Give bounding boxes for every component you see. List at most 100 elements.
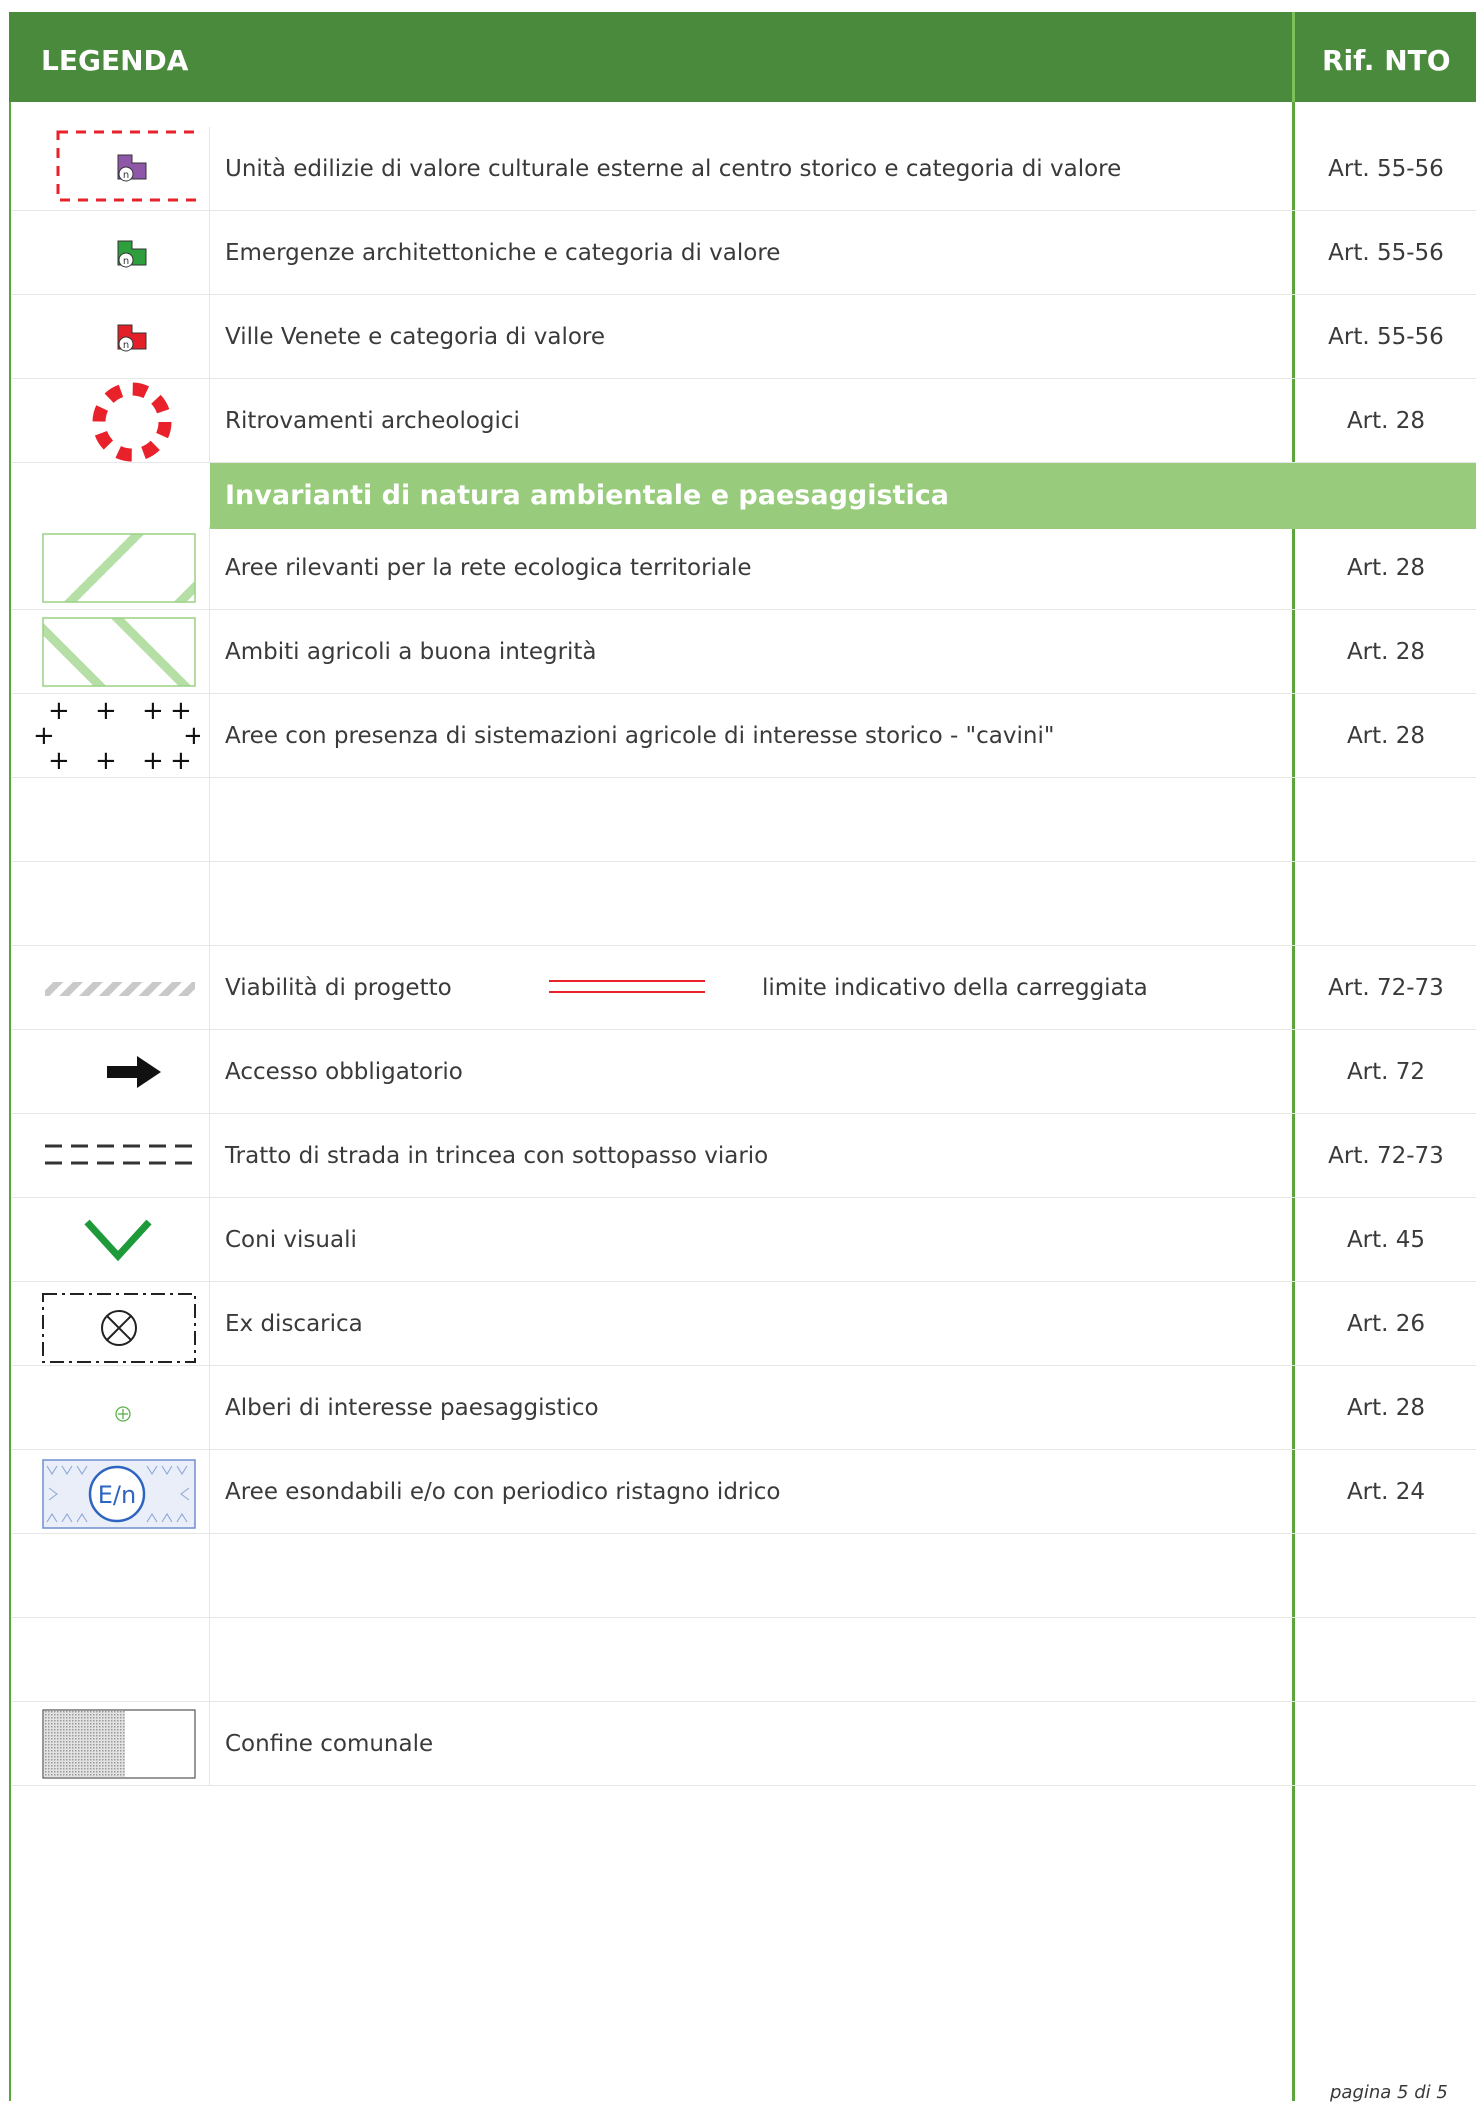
svg-text:n: n <box>123 256 129 267</box>
legend-label-secondary: limite indicativo della carreggiata <box>762 975 1148 1001</box>
legend-label: Viabilità di progetto <box>225 975 452 1001</box>
legend-label: Ambiti agricoli a buona integrità <box>225 639 597 665</box>
legend-ref: Art. 55-56 <box>1328 324 1444 350</box>
legend-ref: Art. 28 <box>1346 408 1426 434</box>
legend-label: Emergenze architettoniche e categoria di… <box>225 240 781 266</box>
legend-row: Accesso obbligatorio Art. 72 <box>12 1030 1476 1114</box>
green-back-hatch-icon <box>30 610 200 694</box>
symbol-separator <box>209 1618 210 1702</box>
flood-area-icon-text: E/n <box>98 1481 136 1509</box>
svg-text:+: + <box>142 696 164 726</box>
dashed-red-circle-icon <box>30 379 200 463</box>
legend-row: Aree rilevanti per la rete ecologica ter… <box>12 526 1476 610</box>
legend-ref: Art. 28 <box>1346 1395 1426 1421</box>
ref-column-title: Rif. NTO <box>1322 44 1451 77</box>
legend-label: Accesso obbligatorio <box>225 1059 463 1085</box>
legend-title: LEGENDA <box>41 44 189 77</box>
symbol-separator <box>209 1534 210 1618</box>
frame-left-border <box>9 12 11 2101</box>
symbol-separator <box>209 610 210 694</box>
legend-row: Alberi di interesse paesaggistico Art. 2… <box>12 1366 1476 1450</box>
header-divider <box>1292 12 1295 102</box>
green-tree-circle-icon <box>30 1366 200 1450</box>
symbol-separator <box>209 694 210 778</box>
grey-striped-road-icon <box>30 946 200 1030</box>
svg-text:+: + <box>142 746 164 776</box>
svg-text:n: n <box>123 170 129 181</box>
legend-row: n Ville Venete e categoria di valore Art… <box>12 295 1476 379</box>
legend-label: Aree rilevanti per la rete ecologica ter… <box>225 555 752 581</box>
legend-label: Confine comunale <box>225 1731 434 1757</box>
legend-label: Unità edilizie di valore culturale ester… <box>225 156 1122 182</box>
row-divider <box>12 1785 1476 1786</box>
symbol-separator <box>209 1198 210 1282</box>
symbol-separator <box>209 1450 210 1534</box>
symbol-separator <box>209 1702 210 1786</box>
symbol-separator <box>209 778 210 862</box>
legend-label: Ville Venete e categoria di valore <box>225 324 606 350</box>
symbol-separator <box>209 526 210 610</box>
svg-text:+: + <box>95 696 117 726</box>
section-header: Invarianti di natura ambientale e paesag… <box>12 463 1476 529</box>
green-v-icon <box>30 1198 200 1282</box>
svg-text:+: + <box>48 746 70 776</box>
legend-row-empty <box>12 1534 1476 1618</box>
section-title: Invarianti di natura ambientale e paesag… <box>225 480 949 511</box>
legend-row: Viabilità di progetto limite indicativo … <box>12 946 1476 1030</box>
legend-label: Coni visuali <box>225 1227 357 1253</box>
legend-label: Ritrovamenti archeologici <box>225 408 520 434</box>
legend-row: Confine comunale <box>12 1702 1476 1786</box>
flood-area-icon: E/n <box>30 1450 200 1534</box>
legend-row: + + + + + + + + + + Aree con presenza di sistem… <box>12 694 1476 778</box>
symbol-separator <box>209 379 210 463</box>
legend-header: LEGENDA Rif. NTO <box>9 12 1476 102</box>
legend-ref: Art. 72-73 <box>1328 975 1444 1001</box>
legend-row: Ritrovamenti archeologici Art. 28 <box>12 379 1476 463</box>
legend-ref: Art. 45 <box>1346 1227 1426 1253</box>
svg-text:+: + <box>95 746 117 776</box>
symbol-separator <box>209 862 210 946</box>
legend-row-empty <box>12 1618 1476 1702</box>
legend-label: Alberi di interesse paesaggistico <box>225 1395 599 1421</box>
legend-ref: Art. 24 <box>1346 1479 1426 1505</box>
dashed-box-cross-circle-icon <box>30 1282 200 1366</box>
legend-row: Ex discarica Art. 26 <box>12 1282 1476 1366</box>
legend-row-empty <box>12 862 1476 946</box>
legend-label: Aree con presenza di sistemazioni agrico… <box>225 723 1055 749</box>
symbol-separator <box>209 1030 210 1114</box>
svg-text:n: n <box>123 340 129 351</box>
page-number: pagina 5 di 5 <box>1330 2082 1448 2103</box>
black-crosses-icon: + + + + + + + + + + <box>30 694 205 778</box>
symbol-separator <box>209 1114 210 1198</box>
symbol-separator <box>209 1366 210 1450</box>
red-double-line-icon <box>537 946 707 1030</box>
legend-ref: Art. 28 <box>1346 555 1426 581</box>
legend-row: E/n Aree esondabili e/o con periodico ri… <box>12 1450 1476 1534</box>
legend-row: n Unità edilizie di valore culturale est… <box>12 127 1476 211</box>
purple-building-icon: n <box>30 127 212 211</box>
legend-ref: Art. 28 <box>1346 639 1426 665</box>
legend-ref: Art. 55-56 <box>1328 240 1444 266</box>
svg-text:+: + <box>170 746 192 776</box>
legend-ref: Art. 26 <box>1346 1311 1426 1337</box>
legend-ref: Art. 72-73 <box>1328 1143 1444 1169</box>
legend-ref: Art. 72 <box>1346 1059 1426 1085</box>
legend-row: Tratto di strada in trincea con sottopas… <box>12 1114 1476 1198</box>
symbol-separator <box>209 295 210 379</box>
legend-label: Ex discarica <box>225 1311 363 1337</box>
green-diagonal-hatch-icon <box>30 526 200 610</box>
legend-row-empty <box>12 778 1476 862</box>
symbol-separator <box>209 1282 210 1366</box>
municipal-boundary-icon <box>30 1702 200 1786</box>
symbol-separator <box>209 946 210 1030</box>
legend-label: Tratto di strada in trincea con sottopas… <box>225 1143 769 1169</box>
green-building-icon: n <box>30 211 200 295</box>
legend-row: n Emergenze architettoniche e categoria … <box>12 211 1476 295</box>
legend-row: Ambiti agricoli a buona integrità Art. 2… <box>12 610 1476 694</box>
legend-ref: Art. 55-56 <box>1328 156 1444 182</box>
symbol-separator <box>209 211 210 295</box>
dashed-double-line-icon <box>30 1114 200 1198</box>
red-building-icon: n <box>30 295 200 379</box>
black-arrow-icon <box>30 1030 200 1114</box>
symbol-separator <box>209 127 210 211</box>
